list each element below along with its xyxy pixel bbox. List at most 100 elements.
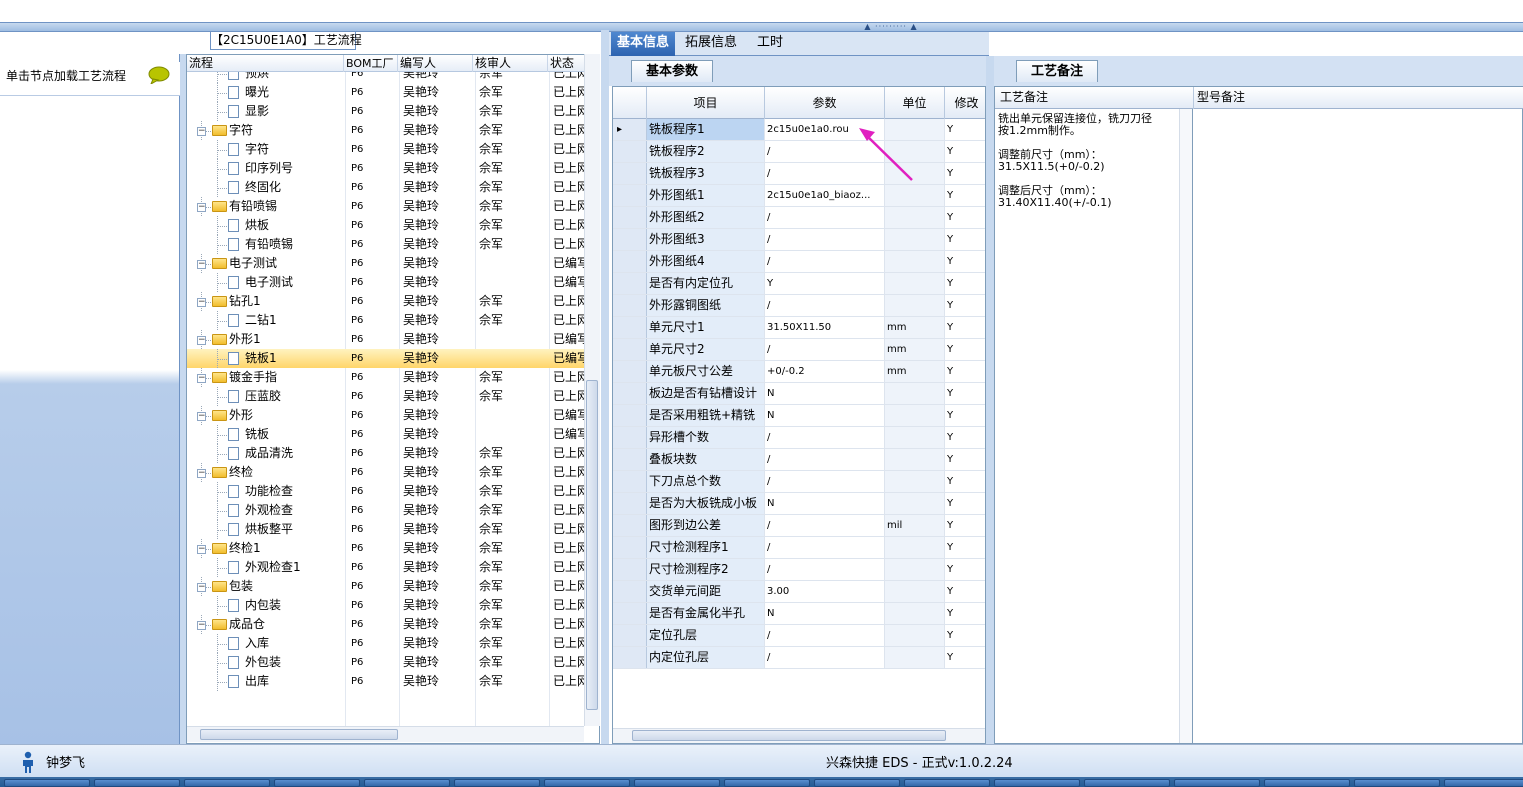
param-cell[interactable]: 2c15u0e1a0_biaoz... xyxy=(765,185,885,206)
param-cell[interactable]: / xyxy=(765,427,885,448)
row-indicator[interactable] xyxy=(613,603,647,624)
taskbar-button[interactable] xyxy=(1174,779,1260,787)
right-splitter[interactable] xyxy=(986,56,994,744)
tree-row[interactable]: − 电子测试 P6 吴艳玲 已编写 xyxy=(187,254,587,273)
tree-row[interactable]: 功能检查 P6 吴艳玲 佘军 已上网 xyxy=(187,482,587,501)
tab-work-hours[interactable]: 工时 xyxy=(751,32,789,56)
tree-row[interactable]: − 终检1 P6 吴艳玲 佘军 已上网 xyxy=(187,539,587,558)
param-cell[interactable]: / xyxy=(765,515,885,536)
params-row[interactable]: 定位孔层 / Y xyxy=(613,625,985,647)
param-cell[interactable]: / xyxy=(765,625,885,646)
params-row[interactable]: 铣板程序3/ Y xyxy=(613,163,985,185)
row-indicator[interactable] xyxy=(613,449,647,470)
params-row[interactable]: 内定位孔层 / Y xyxy=(613,647,985,669)
tree-row[interactable]: − 包装 P6 吴艳玲 佘军 已上网 xyxy=(187,577,587,596)
collapse-toggle-icon[interactable]: − xyxy=(197,127,206,136)
row-indicator[interactable] xyxy=(613,273,647,294)
params-row[interactable]: 异形槽个数 / Y xyxy=(613,427,985,449)
taskbar-button[interactable] xyxy=(274,779,360,787)
params-row[interactable]: 板边是否有钻槽设计 N Y xyxy=(613,383,985,405)
param-cell[interactable]: / xyxy=(765,251,885,272)
param-cell[interactable]: 2c15u0e1a0.rou xyxy=(765,119,885,140)
tree-row[interactable]: 烘板整平 P6 吴艳玲 佘军 已上网 xyxy=(187,520,587,539)
row-indicator[interactable] xyxy=(613,625,647,646)
param-cell[interactable]: / xyxy=(765,471,885,492)
params-row[interactable]: 外形露铜图纸 / Y xyxy=(613,295,985,317)
remark-vertical-scrollbar[interactable] xyxy=(1179,109,1193,743)
tree-row[interactable]: − 终检 P6 吴艳玲 佘军 已上网 xyxy=(187,463,587,482)
params-row[interactable]: 单元尺寸2/mm Y xyxy=(613,339,985,361)
collapse-toggle-icon[interactable]: − xyxy=(197,298,206,307)
param-cell[interactable]: 31.50X11.50 xyxy=(765,317,885,338)
taskbar-button[interactable] xyxy=(364,779,450,787)
param-cell[interactable]: +0/-0.2 xyxy=(765,361,885,382)
params-row[interactable]: 图形到边公差 / mil Y xyxy=(613,515,985,537)
row-indicator[interactable] xyxy=(613,361,647,382)
taskbar-button[interactable] xyxy=(454,779,540,787)
row-indicator[interactable] xyxy=(613,207,647,228)
row-indicator[interactable] xyxy=(613,141,647,162)
taskbar-button[interactable] xyxy=(184,779,270,787)
taskbar-button[interactable] xyxy=(1084,779,1170,787)
param-cell[interactable]: / xyxy=(765,163,885,184)
chat-bubble-icon[interactable] xyxy=(148,66,170,84)
tree-row[interactable]: − 成品仓 P6 吴艳玲 佘军 已上网 xyxy=(187,615,587,634)
params-row[interactable]: 单元板尺寸公差 +0/-0.2 mm Y xyxy=(613,361,985,383)
tree-row[interactable]: 出库 P6 吴艳玲 佘军 已上网 xyxy=(187,672,587,691)
tree-vertical-thumb[interactable] xyxy=(586,380,598,710)
taskbar-button[interactable] xyxy=(634,779,720,787)
params-row[interactable]: ▸ 铣板程序1 2c15u0e1a0.rou Y xyxy=(613,119,985,141)
middle-splitter[interactable] xyxy=(601,30,609,744)
tree-row[interactable]: 烘板 P6 吴艳玲 佘军 已上网 xyxy=(187,216,587,235)
tree-row[interactable]: 铣板 P6 吴艳玲 已编写 xyxy=(187,425,587,444)
collapse-toggle-icon[interactable]: − xyxy=(197,469,206,478)
tree-row[interactable]: − 外形 P6 吴艳玲 已编写 xyxy=(187,406,587,425)
params-row[interactable]: 下刀点总个数 / Y xyxy=(613,471,985,493)
collapse-toggle-icon[interactable]: − xyxy=(197,545,206,554)
row-indicator[interactable] xyxy=(613,427,647,448)
taskbar-button[interactable] xyxy=(1444,779,1523,787)
tree-row[interactable]: − 有铅喷锡 P6 吴艳玲 佘军 已上网 xyxy=(187,197,587,216)
row-indicator[interactable] xyxy=(613,471,647,492)
row-indicator[interactable] xyxy=(613,383,647,404)
collapse-toggle-icon[interactable]: − xyxy=(197,412,206,421)
tree-row[interactable]: − 外形1 P6 吴艳玲 已编写 xyxy=(187,330,587,349)
taskbar-button[interactable] xyxy=(724,779,810,787)
taskbar-button[interactable] xyxy=(94,779,180,787)
tree-row[interactable]: − 字符 P6 吴艳玲 佘军 已上网 xyxy=(187,121,587,140)
tree-row[interactable]: 压蓝胶 P6 吴艳玲 佘军 已上网 xyxy=(187,387,587,406)
col-header-unit[interactable]: 单位 xyxy=(885,87,945,119)
row-indicator[interactable] xyxy=(613,515,647,536)
row-indicator[interactable] xyxy=(613,229,647,250)
taskbar-button[interactable] xyxy=(1264,779,1350,787)
tree-row[interactable]: 外观检查 P6 吴艳玲 佘军 已上网 xyxy=(187,501,587,520)
tree-row[interactable]: 外包装 P6 吴艳玲 佘军 已上网 xyxy=(187,653,587,672)
col-header-status[interactable]: 状态 xyxy=(548,55,588,72)
row-indicator[interactable]: ▸ xyxy=(613,119,647,140)
tree-row[interactable]: 印序列号 P6 吴艳玲 佘军 已上网 xyxy=(187,159,587,178)
tree-row[interactable]: 内包装 P6 吴艳玲 佘军 已上网 xyxy=(187,596,587,615)
col-header-writer[interactable]: 编写人 xyxy=(398,55,473,72)
row-indicator[interactable] xyxy=(613,493,647,514)
taskbar-button[interactable] xyxy=(544,779,630,787)
tree-row[interactable]: 铣板1 P6 吴艳玲 已编写 xyxy=(187,349,587,368)
row-indicator[interactable] xyxy=(613,163,647,184)
tree-row[interactable]: 电子测试 P6 吴艳玲 已编写 xyxy=(187,273,587,292)
params-row[interactable]: 铣板程序2/ Y xyxy=(613,141,985,163)
param-cell[interactable]: / xyxy=(765,559,885,580)
load-process-label[interactable]: 单击节点加载工艺流程 xyxy=(6,67,126,84)
param-cell[interactable]: / xyxy=(765,449,885,470)
params-row[interactable]: 是否为大板铣成小板 N Y xyxy=(613,493,985,515)
params-row[interactable]: 尺寸检测程序2/ Y xyxy=(613,559,985,581)
tree-row[interactable]: − 钻孔1 P6 吴艳玲 佘军 已上网 xyxy=(187,292,587,311)
tree-horizontal-thumb[interactable] xyxy=(200,729,398,740)
tab-extended-info[interactable]: 拓展信息 xyxy=(679,32,743,56)
tree-row[interactable]: 显影 P6 吴艳玲 佘军 已上网 xyxy=(187,102,587,121)
param-cell[interactable]: Y xyxy=(765,273,885,294)
params-row[interactable]: 单元尺寸1 31.50X11.50 mm Y xyxy=(613,317,985,339)
params-row[interactable]: 是否有金属化半孔 N Y xyxy=(613,603,985,625)
row-indicator[interactable] xyxy=(613,185,647,206)
params-row[interactable]: 叠板块数 / Y xyxy=(613,449,985,471)
row-indicator[interactable] xyxy=(613,339,647,360)
process-remark-text[interactable]: 铣出单元保留连接位，铣刀刀径 按1.2mm制作。 调整前尺寸（mm）： 31.5… xyxy=(998,113,1178,209)
